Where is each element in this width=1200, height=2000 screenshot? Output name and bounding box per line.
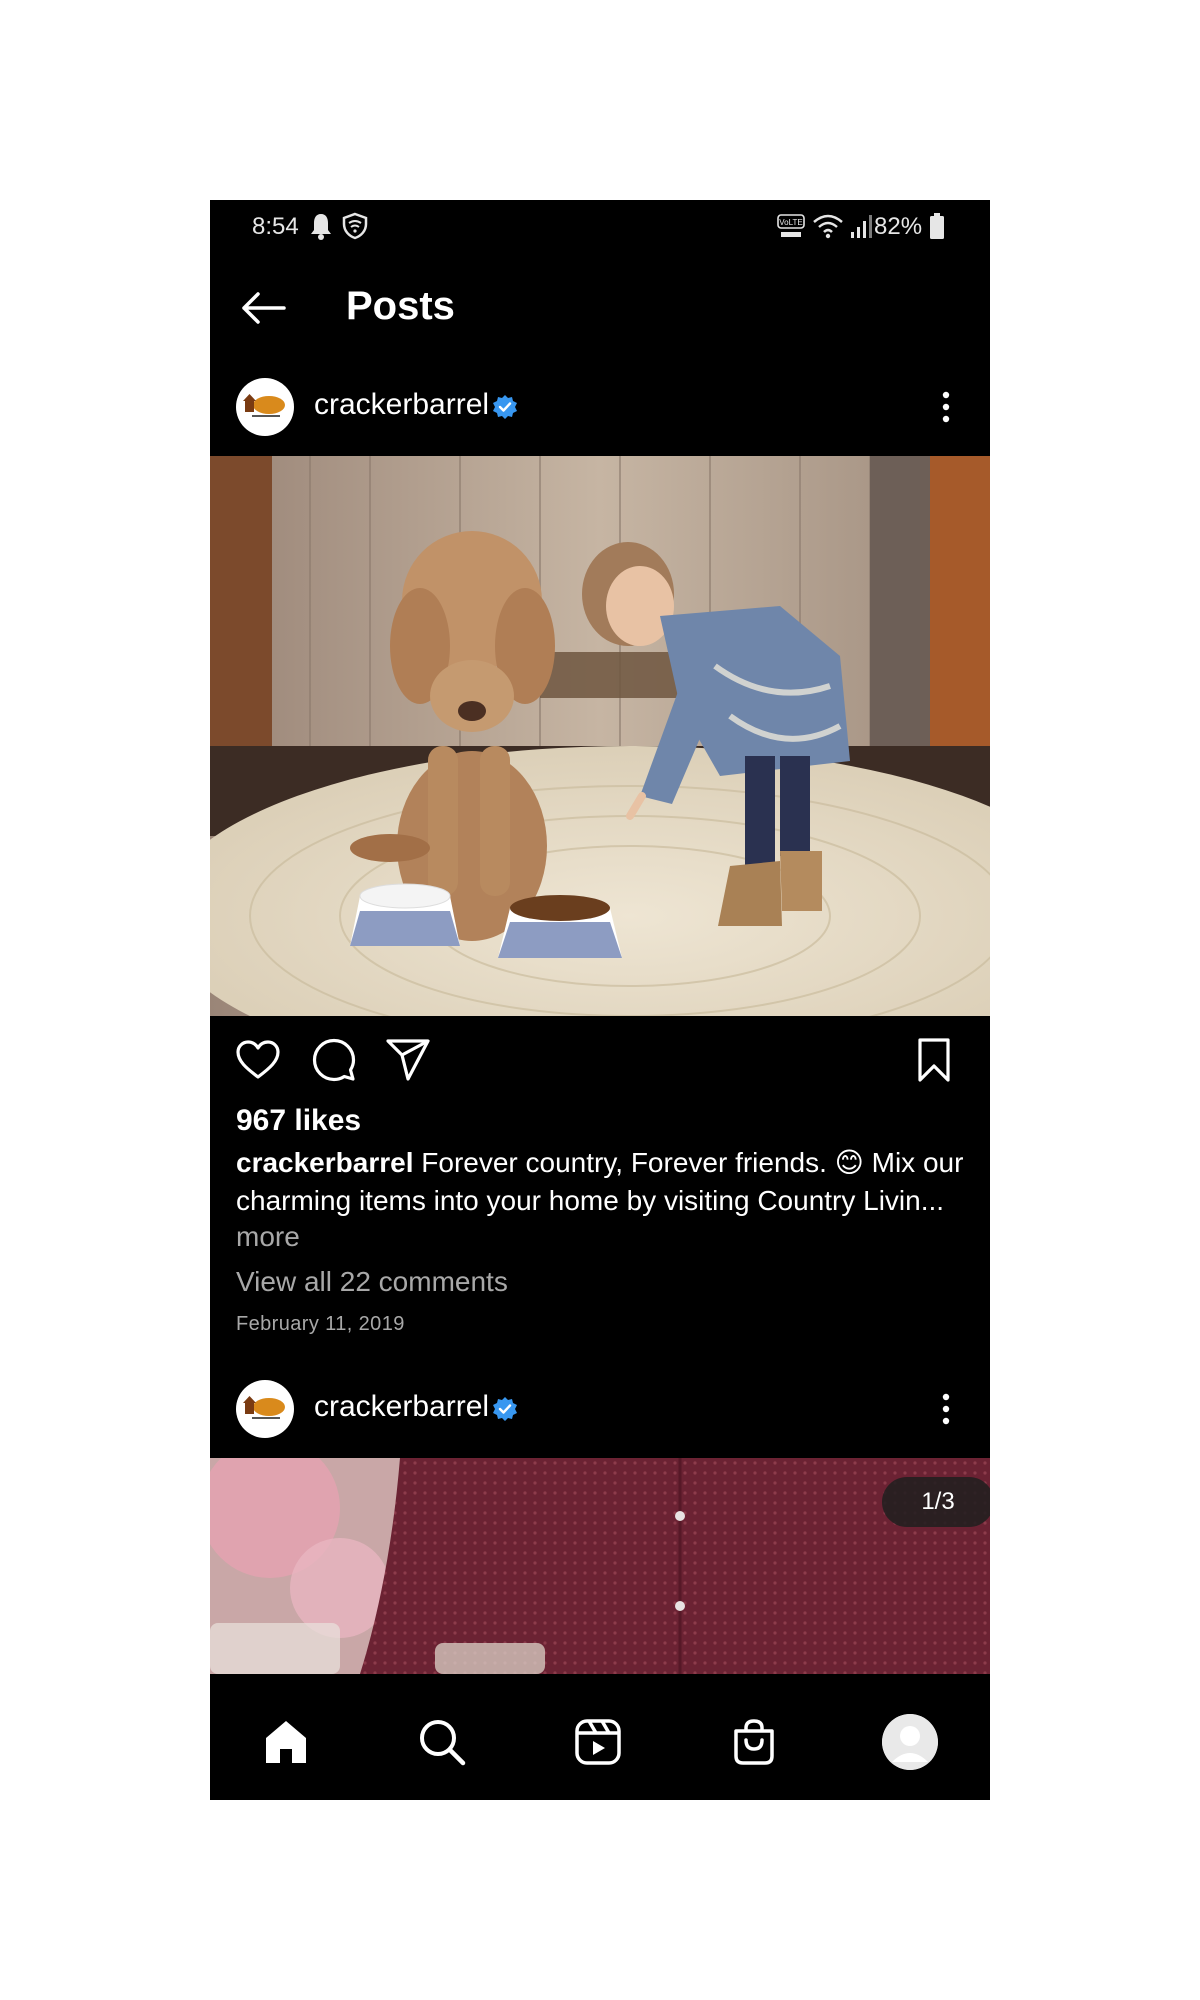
- search-icon[interactable]: [416, 1716, 468, 1768]
- phone-screen: 8:54 VoLTE 82% Posts crackerbarrel 967 l…: [210, 200, 990, 1800]
- reels-icon[interactable]: [572, 1716, 624, 1768]
- bell-icon: [311, 214, 331, 240]
- likes-count[interactable]: 967 likes: [236, 1104, 361, 1138]
- verified-badge-icon: [493, 1397, 517, 1421]
- view-comments-link[interactable]: View all 22 comments: [236, 1266, 508, 1298]
- profile-avatar[interactable]: [882, 1714, 938, 1770]
- wifi-icon: [813, 214, 843, 239]
- more-options-icon[interactable]: [936, 1389, 956, 1429]
- default-user-icon: [882, 1714, 938, 1770]
- heart-icon[interactable]: [234, 1036, 282, 1084]
- post-username[interactable]: crackerbarrel: [314, 1390, 489, 1424]
- status-time: 8:54: [252, 213, 299, 240]
- bookmark-icon[interactable]: [910, 1036, 958, 1084]
- verified-badge-icon: [493, 395, 517, 419]
- shopping-bag-icon[interactable]: [728, 1716, 780, 1768]
- battery-icon: [930, 213, 944, 239]
- post-caption: crackerbarrel Forever country, Forever f…: [236, 1144, 966, 1220]
- post-username[interactable]: crackerbarrel: [314, 388, 489, 422]
- post-image[interactable]: [210, 1458, 990, 1674]
- caption-more-link[interactable]: more: [236, 1221, 300, 1253]
- post-image[interactable]: [210, 456, 990, 1016]
- caption-username[interactable]: crackerbarrel: [236, 1147, 413, 1178]
- svg-text:VoLTE: VoLTE: [779, 218, 802, 227]
- comment-icon[interactable]: [310, 1036, 358, 1084]
- paper-plane-icon[interactable]: [384, 1036, 432, 1084]
- carousel-counter: 1/3: [882, 1477, 990, 1527]
- page-title: Posts: [346, 284, 455, 328]
- cracker-barrel-logo: [243, 1396, 285, 1419]
- post-date: February 11, 2019: [236, 1313, 405, 1335]
- cracker-barrel-logo: [243, 394, 285, 417]
- avatar[interactable]: [236, 378, 294, 436]
- home-icon[interactable]: [260, 1716, 312, 1768]
- shield-icon: [342, 212, 368, 240]
- battery-percent: 82%: [874, 213, 923, 240]
- status-bar: 8:54 VoLTE 82%: [210, 200, 990, 252]
- bottom-navigation: [210, 1674, 990, 1800]
- volte-icon: VoLTE: [777, 214, 805, 237]
- arrow-left-icon[interactable]: [238, 286, 288, 330]
- more-options-icon[interactable]: [936, 387, 956, 427]
- signal-icon: [851, 215, 872, 238]
- avatar[interactable]: [236, 1380, 294, 1438]
